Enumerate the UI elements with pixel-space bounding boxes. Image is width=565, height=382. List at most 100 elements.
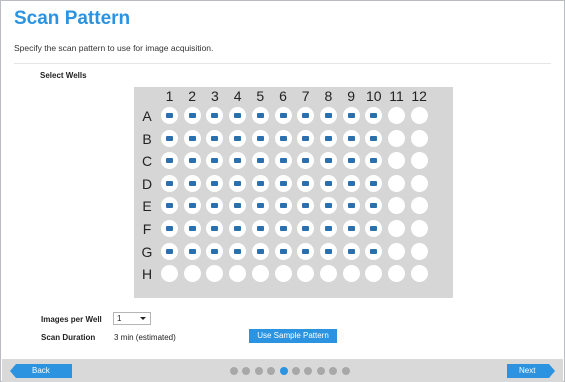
page-dot-9[interactable] xyxy=(329,367,338,375)
well-c7[interactable] xyxy=(297,152,315,170)
well-h4[interactable] xyxy=(229,265,247,283)
well-c4[interactable] xyxy=(229,152,247,170)
well-b7[interactable] xyxy=(297,129,315,147)
page-dot-1[interactable] xyxy=(230,367,238,375)
well-e11[interactable] xyxy=(388,197,405,215)
well-h1[interactable] xyxy=(161,265,178,283)
well-d6[interactable] xyxy=(274,174,292,192)
column-header-1[interactable]: 1 xyxy=(159,88,181,104)
well-a2[interactable] xyxy=(183,107,201,124)
well-b9[interactable] xyxy=(342,129,360,147)
well-g8[interactable] xyxy=(319,242,337,260)
well-c10[interactable] xyxy=(365,152,383,170)
well-h7[interactable] xyxy=(297,265,315,283)
well-g1[interactable] xyxy=(161,242,178,260)
well-b10[interactable] xyxy=(365,129,383,147)
well-c6[interactable] xyxy=(274,152,292,170)
well-b3[interactable] xyxy=(206,129,224,147)
column-header-4[interactable]: 4 xyxy=(227,88,249,104)
well-f7[interactable] xyxy=(297,220,315,237)
next-button[interactable]: Next xyxy=(507,364,555,378)
well-e5[interactable] xyxy=(251,197,269,215)
page-dot-2[interactable] xyxy=(242,367,251,375)
well-f1[interactable] xyxy=(161,220,178,237)
page-dot-5[interactable] xyxy=(279,367,288,375)
well-c12[interactable] xyxy=(410,152,428,170)
well-f4[interactable] xyxy=(229,220,247,237)
well-g5[interactable] xyxy=(251,242,269,260)
well-f2[interactable] xyxy=(183,220,201,237)
well-d4[interactable] xyxy=(229,174,247,192)
well-e9[interactable] xyxy=(342,197,360,215)
well-c3[interactable] xyxy=(206,152,224,170)
well-h12[interactable] xyxy=(410,265,428,283)
well-h9[interactable] xyxy=(342,265,360,283)
well-e7[interactable] xyxy=(297,197,315,215)
well-d10[interactable] xyxy=(365,174,383,192)
column-header-9[interactable]: 9 xyxy=(340,88,362,104)
well-d12[interactable] xyxy=(410,174,428,192)
well-c5[interactable] xyxy=(251,152,269,170)
well-f3[interactable] xyxy=(206,220,224,237)
well-d2[interactable] xyxy=(183,174,201,192)
column-header-3[interactable]: 3 xyxy=(204,88,226,104)
well-e10[interactable] xyxy=(365,197,383,215)
well-h8[interactable] xyxy=(319,265,337,283)
well-d8[interactable] xyxy=(319,174,337,192)
images-per-well-select[interactable]: 1 xyxy=(113,312,151,325)
well-b4[interactable] xyxy=(229,129,247,147)
well-b8[interactable] xyxy=(319,129,337,147)
well-h10[interactable] xyxy=(365,265,383,283)
row-header-c[interactable]: C xyxy=(140,151,154,171)
well-e6[interactable] xyxy=(274,197,292,215)
well-e1[interactable] xyxy=(161,197,178,215)
well-a5[interactable] xyxy=(251,107,269,124)
well-g3[interactable] xyxy=(206,242,224,260)
well-b5[interactable] xyxy=(251,129,269,147)
well-a8[interactable] xyxy=(319,107,337,124)
well-g12[interactable] xyxy=(410,242,428,260)
well-b12[interactable] xyxy=(410,129,428,147)
well-f11[interactable] xyxy=(388,220,405,237)
well-c11[interactable] xyxy=(388,152,405,170)
well-f5[interactable] xyxy=(251,220,269,237)
well-f9[interactable] xyxy=(342,220,360,237)
column-header-8[interactable]: 8 xyxy=(317,88,339,104)
well-e12[interactable] xyxy=(410,197,428,215)
well-f10[interactable] xyxy=(365,220,383,237)
row-header-f[interactable]: F xyxy=(140,219,154,239)
well-a10[interactable] xyxy=(365,107,383,124)
well-c2[interactable] xyxy=(183,152,201,170)
well-h5[interactable] xyxy=(251,265,269,283)
page-dot-8[interactable] xyxy=(316,367,325,375)
row-header-a[interactable]: A xyxy=(140,106,154,126)
well-a1[interactable] xyxy=(161,107,178,124)
column-header-2[interactable]: 2 xyxy=(181,88,203,104)
well-d7[interactable] xyxy=(297,174,315,192)
well-g10[interactable] xyxy=(365,242,383,260)
page-dot-4[interactable] xyxy=(267,367,276,375)
page-dot-7[interactable] xyxy=(304,367,313,375)
well-a3[interactable] xyxy=(206,107,224,124)
column-header-7[interactable]: 7 xyxy=(295,88,317,104)
well-e8[interactable] xyxy=(319,197,337,215)
well-h11[interactable] xyxy=(388,265,405,283)
well-d11[interactable] xyxy=(388,174,405,192)
row-header-h[interactable]: H xyxy=(140,264,154,284)
row-header-e[interactable]: E xyxy=(140,196,154,216)
well-c8[interactable] xyxy=(319,152,337,170)
well-f8[interactable] xyxy=(319,220,337,237)
column-header-5[interactable]: 5 xyxy=(249,88,271,104)
well-h6[interactable] xyxy=(274,265,292,283)
well-b6[interactable] xyxy=(274,129,292,147)
well-g7[interactable] xyxy=(297,242,315,260)
well-d5[interactable] xyxy=(251,174,269,192)
well-d1[interactable] xyxy=(161,174,178,192)
well-a9[interactable] xyxy=(342,107,360,124)
well-f12[interactable] xyxy=(410,220,428,237)
well-d9[interactable] xyxy=(342,174,360,192)
well-h2[interactable] xyxy=(183,265,201,283)
well-a7[interactable] xyxy=(297,107,315,124)
column-header-12[interactable]: 12 xyxy=(408,88,430,104)
well-g9[interactable] xyxy=(342,242,360,260)
